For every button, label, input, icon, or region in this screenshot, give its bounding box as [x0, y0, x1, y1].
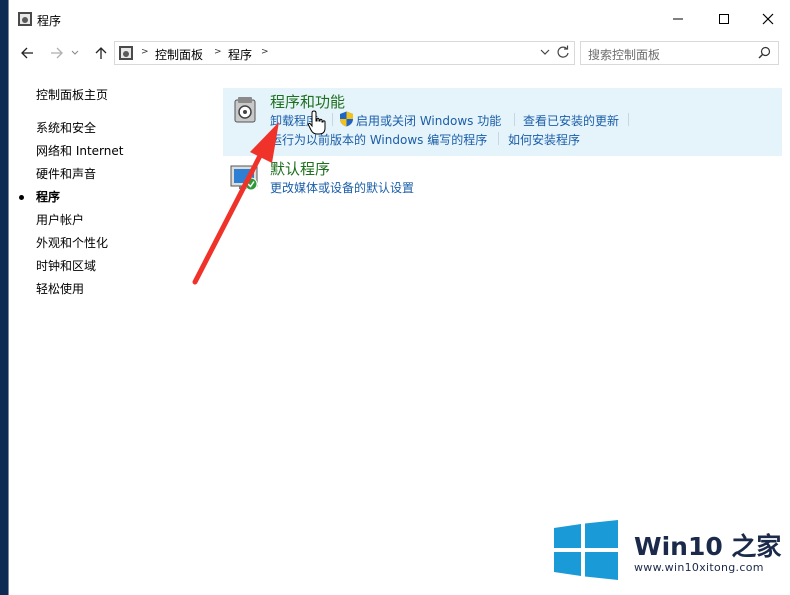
windows-logo-icon [554, 520, 618, 580]
watermark-url: www.win10xitong.com [634, 561, 764, 574]
annotation-arrow [192, 122, 279, 285]
watermark-brand: Win10 之家 [634, 532, 782, 561]
